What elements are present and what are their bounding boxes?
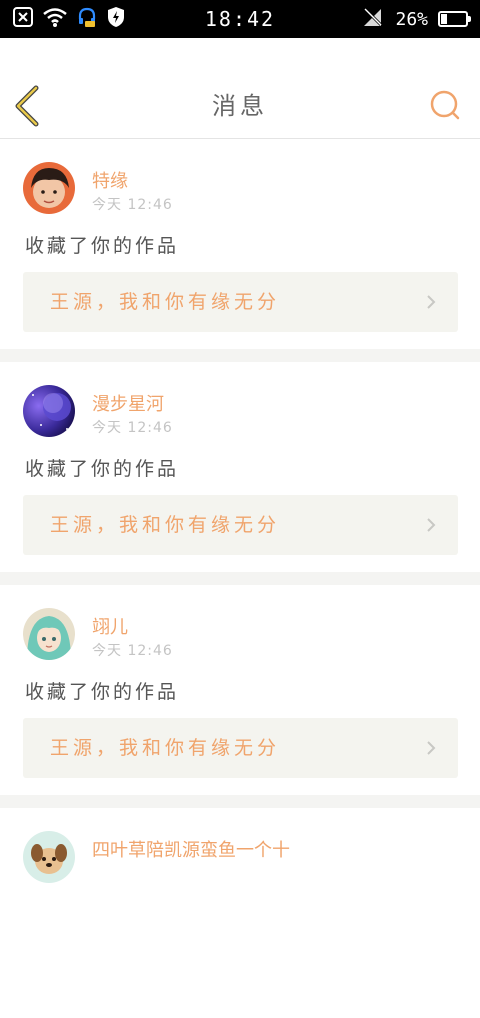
message-item: 漫步星河 今天 12:46 收藏了你的作品 王源，我和你有缘无分 <box>0 362 480 572</box>
signal-off-icon <box>361 6 385 32</box>
action-text: 收藏了你的作品 <box>25 681 180 703</box>
avatar[interactable] <box>23 162 75 214</box>
user-name[interactable]: 漫步星河 <box>92 390 164 416</box>
user-name[interactable]: 四叶草陪凯源蛮鱼一个十 <box>92 836 290 862</box>
chevron-right-icon <box>427 295 436 309</box>
battery-percent: 26% <box>395 8 428 30</box>
battery-level-fill <box>441 14 447 24</box>
message-item: 翊儿 今天 12:46 收藏了你的作品 王源，我和你有缘无分 <box>0 585 480 795</box>
battery-icon <box>438 11 471 27</box>
avatar[interactable] <box>23 831 75 883</box>
message-time: 今天 12:46 <box>92 420 173 436</box>
work-title: 王源，我和你有缘无分 <box>50 514 281 536</box>
message-time: 今天 12:46 <box>92 643 173 659</box>
avatar[interactable] <box>23 385 75 437</box>
work-title: 王源，我和你有缘无分 <box>50 291 281 313</box>
section-divider <box>0 349 480 362</box>
nav-bar: 消息 <box>0 38 480 139</box>
action-text: 收藏了你的作品 <box>25 458 180 480</box>
section-divider <box>0 572 480 585</box>
message-feed: 特缘 今天 12:46 收藏了你的作品 王源，我和你有缘无分 漫步星河 今天 1… <box>0 139 480 1018</box>
action-text: 收藏了你的作品 <box>25 235 180 257</box>
page-title: 消息 <box>212 92 268 120</box>
work-link[interactable]: 王源，我和你有缘无分 <box>23 718 458 778</box>
section-divider <box>0 795 480 808</box>
status-right-icons: 26% <box>361 6 471 32</box>
avatar[interactable] <box>23 608 75 660</box>
work-link[interactable]: 王源，我和你有缘无分 <box>23 272 458 332</box>
work-link[interactable]: 王源，我和你有缘无分 <box>23 495 458 555</box>
message-item: 特缘 今天 12:46 收藏了你的作品 王源，我和你有缘无分 <box>0 139 480 349</box>
status-bar: 18:42 26% <box>0 0 480 38</box>
chevron-right-icon <box>427 518 436 532</box>
message-item: 四叶草陪凯源蛮鱼一个十 <box>0 808 480 1018</box>
chevron-right-icon <box>427 741 436 755</box>
user-name[interactable]: 翊儿 <box>92 613 128 639</box>
message-time: 今天 12:46 <box>92 197 173 213</box>
search-icon <box>430 90 460 120</box>
search-button[interactable] <box>428 88 462 122</box>
work-title: 王源，我和你有缘无分 <box>50 737 281 759</box>
user-name[interactable]: 特缘 <box>92 167 128 193</box>
